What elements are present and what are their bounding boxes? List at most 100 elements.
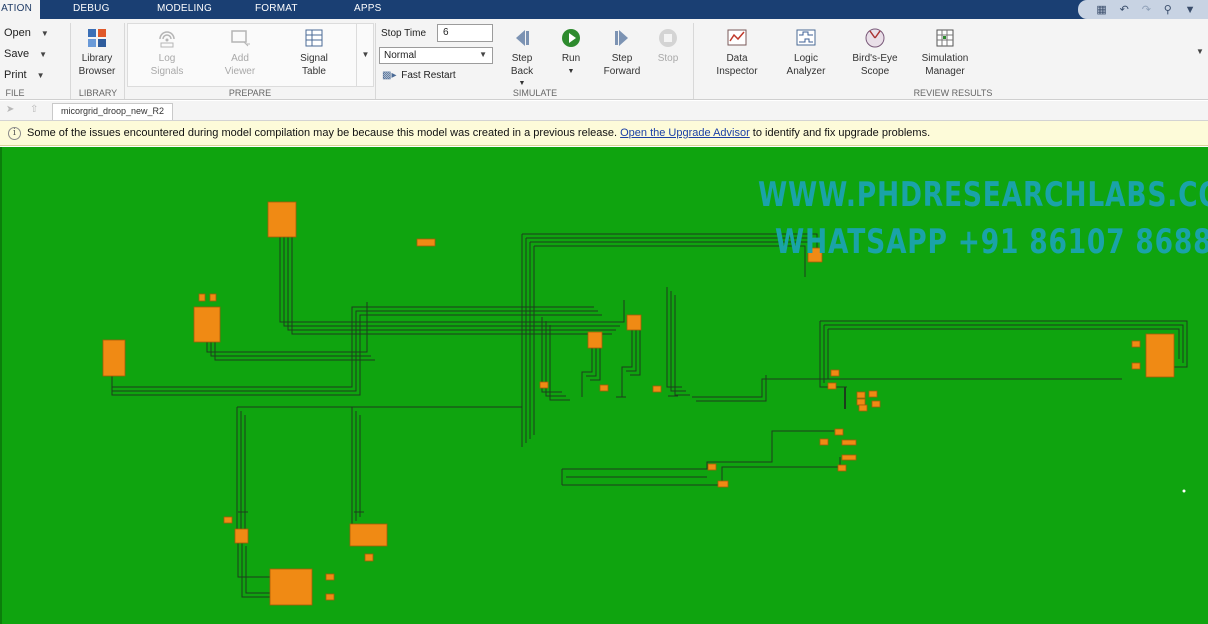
save-icon[interactable]: ▦ — [1096, 3, 1106, 16]
chevron-down-icon: ▼ — [479, 50, 487, 59]
fast-restart-icon: ▩▸ — [382, 70, 397, 81]
tab-modeling[interactable]: MODELING — [157, 0, 212, 19]
block[interactable] — [858, 404, 868, 412]
group-divider — [70, 23, 71, 99]
redo-icon[interactable]: ↷ — [1142, 3, 1151, 16]
model-tab[interactable]: micorgrid_droop_new_R2 — [52, 103, 174, 120]
add-viewer-icon — [231, 30, 250, 47]
review-results-group-label: REVIEW RESULTS — [913, 88, 993, 98]
tab-debug[interactable]: DEBUG — [73, 0, 110, 19]
block[interactable] — [267, 201, 297, 238]
upgrade-notification-bar: i Some of the issues encountered during … — [0, 121, 1208, 146]
block[interactable] — [269, 568, 313, 606]
block[interactable] — [193, 306, 221, 343]
block[interactable] — [325, 573, 335, 581]
bus-selectors — [238, 387, 846, 513]
signal-table-icon — [305, 29, 323, 47]
undo-icon[interactable]: ↶ — [1120, 3, 1129, 16]
blocks — [102, 201, 1175, 606]
step-back-icon — [516, 30, 529, 46]
signal-lines — [111, 233, 1188, 598]
block[interactable] — [626, 314, 642, 331]
block[interactable] — [1131, 340, 1141, 348]
block[interactable] — [102, 339, 126, 377]
toolstrip-ribbon: Open ▼ Save ▼ Print ▼ FILE Library Browser … — [0, 19, 1208, 100]
quick-access-toolbar: ▦ ↶ ↷ ⚲ ▼ — [1078, 0, 1208, 19]
block[interactable] — [349, 523, 388, 547]
simulation-manager-button[interactable]: Simulation Manager — [913, 27, 977, 78]
watermark-url: WWW.PHDRESEARCHLABS.COM — [758, 175, 1208, 215]
notification-text: Some of the issues encountered during mo… — [27, 127, 621, 139]
help-icon[interactable]: ▼ — [1185, 4, 1196, 16]
block[interactable] — [830, 369, 840, 377]
up-arrow-icon[interactable]: ⇧ — [30, 104, 38, 115]
block[interactable] — [827, 382, 837, 390]
block[interactable] — [841, 439, 857, 446]
group-divider — [124, 23, 125, 99]
simulation-manager-icon — [936, 29, 954, 47]
data-inspector-button[interactable]: Data Inspector — [708, 27, 766, 78]
prepare-group-label: PREPARE — [228, 88, 272, 98]
notification-text-tail: to identify and fix upgrade problems. — [749, 127, 931, 139]
stop-time-field[interactable]: 6 — [437, 24, 493, 42]
block[interactable] — [652, 385, 662, 393]
block[interactable] — [856, 398, 866, 406]
chevron-down-icon: ▼ — [40, 29, 49, 38]
run-button[interactable]: Run ▼ — [551, 27, 591, 78]
tab-format[interactable]: FORMAT — [255, 0, 298, 19]
stop-button[interactable]: Stop — [650, 27, 686, 65]
block[interactable] — [1131, 362, 1141, 370]
prepare-gallery-expand[interactable]: ▼ — [356, 23, 374, 87]
ribbon-expand-icon[interactable]: ▼ — [1196, 47, 1204, 56]
chevron-down-icon: ▼ — [36, 71, 45, 80]
block[interactable] — [209, 293, 217, 302]
block[interactable] — [819, 438, 829, 446]
signal-table-button[interactable]: Signal Table — [290, 27, 338, 78]
library-group-label: LIBRARY — [78, 88, 118, 98]
add-viewer-button[interactable]: Add Viewer — [216, 27, 264, 78]
fast-restart-button[interactable]: ▩▸ Fast Restart — [382, 70, 456, 81]
block[interactable] — [539, 381, 549, 389]
save-button[interactable]: Save ▼ — [4, 48, 47, 60]
block[interactable] — [868, 390, 878, 398]
block[interactable] — [198, 293, 206, 302]
block[interactable] — [1145, 333, 1175, 378]
model-canvas[interactable]: WWW.PHDRESEARCHLABS.COM WHATSAPP +91 861… — [0, 147, 1208, 624]
step-forward-button[interactable]: Step Forward — [600, 27, 644, 78]
block[interactable] — [841, 454, 857, 461]
block[interactable] — [599, 384, 609, 392]
simulate-group-label: SIMULATE — [512, 88, 558, 98]
stop-icon — [659, 29, 677, 47]
birds-eye-scope-button[interactable]: Bird's-Eye Scope — [846, 27, 904, 78]
upgrade-advisor-link[interactable]: Open the Upgrade Advisor — [620, 127, 750, 139]
step-back-button[interactable]: Step Back ▼ — [502, 27, 542, 90]
cursor-dot — [1182, 489, 1186, 493]
simulation-mode-select[interactable]: Normal ▼ — [379, 47, 493, 64]
block[interactable] — [834, 428, 844, 436]
block[interactable] — [837, 464, 847, 472]
print-button[interactable]: Print ▼ — [4, 69, 45, 81]
tab-apps[interactable]: APPS — [354, 0, 381, 19]
birds-eye-scope-icon — [865, 28, 885, 48]
block[interactable] — [707, 463, 717, 471]
model-tab-strip: ➤ ⇧ micorgrid_droop_new_R2 — [0, 101, 1208, 121]
block[interactable] — [856, 391, 866, 399]
tab-simulation[interactable]: ATION — [0, 0, 40, 19]
block[interactable] — [416, 238, 436, 247]
library-browser-button[interactable]: Library Browser — [74, 27, 120, 78]
block[interactable] — [717, 480, 729, 488]
block[interactable] — [871, 400, 881, 408]
block[interactable] — [325, 593, 335, 601]
block[interactable] — [587, 331, 603, 349]
back-arrow-icon[interactable]: ➤ — [6, 104, 14, 115]
block[interactable] — [364, 553, 374, 562]
stop-time-label: Stop Time — [381, 28, 427, 39]
watermark-phone: WHATSAPP +91 86107 86880 — [775, 222, 1208, 262]
block[interactable] — [223, 516, 233, 524]
logic-analyzer-button[interactable]: Logic Analyzer — [777, 27, 835, 78]
run-icon — [562, 29, 580, 47]
search-icon[interactable]: ⚲ — [1164, 3, 1172, 16]
log-signals-button[interactable]: Log Signals — [143, 27, 191, 78]
open-button[interactable]: Open ▼ — [4, 27, 49, 39]
block[interactable] — [234, 528, 249, 544]
